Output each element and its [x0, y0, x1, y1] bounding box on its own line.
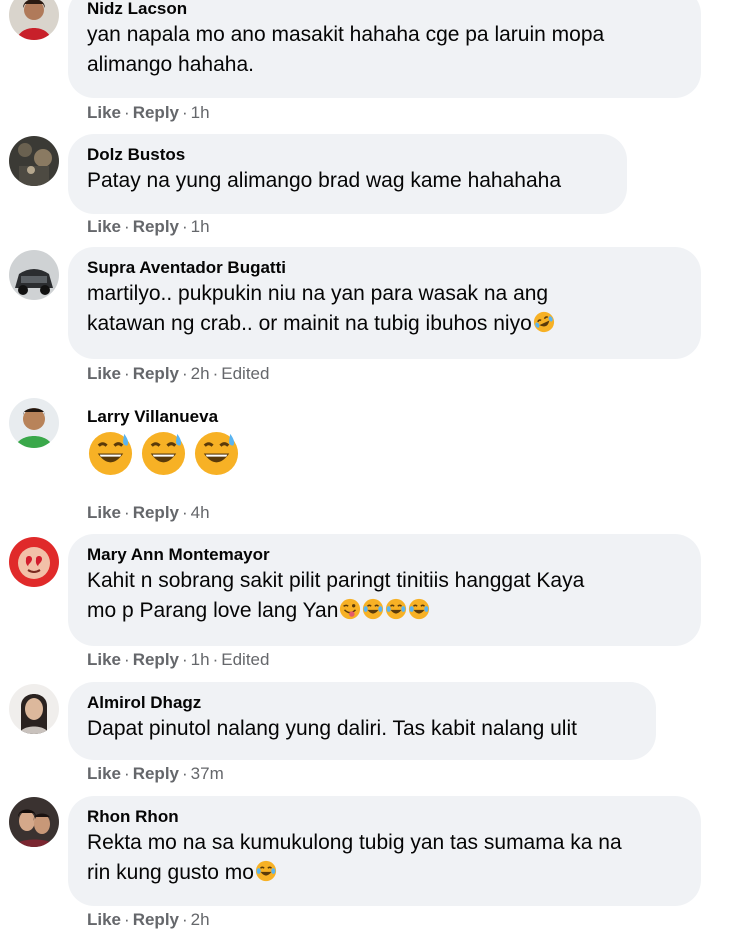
comment-text-line: Dapat pinutol nalang yung daliri. Tas ka…	[87, 717, 577, 740]
like-link[interactable]: Like	[87, 910, 121, 929]
comment-bubble: Nidz Lacson yan napala mo ano masakit ha…	[68, 0, 701, 98]
comment-author[interactable]: Supra Aventador Bugatti	[87, 257, 683, 279]
comment-actions: Like · Reply · 1h	[87, 217, 210, 236]
comment-author[interactable]: Nidz Lacson	[87, 0, 683, 20]
comment-timestamp[interactable]: 2h	[191, 364, 210, 383]
reply-link[interactable]: Reply	[133, 217, 179, 236]
avatar[interactable]	[9, 797, 59, 847]
grinning-sweat-emoji-icon	[194, 431, 239, 475]
comment-timestamp[interactable]: 1h	[191, 650, 210, 669]
comment-timestamp[interactable]: 2h	[191, 910, 210, 929]
comment-text-line: Patay na yung alimango brad wag kame hah…	[87, 169, 561, 192]
comment-timestamp[interactable]: 4h	[191, 503, 210, 522]
edited-label[interactable]: Edited	[221, 650, 269, 669]
like-link[interactable]: Like	[87, 764, 121, 783]
tears-of-joy-emoji-icon	[409, 598, 430, 620]
comment-timestamp[interactable]: 37m	[191, 764, 224, 783]
edited-label[interactable]: Edited	[221, 364, 269, 383]
avatar[interactable]	[9, 398, 59, 448]
comment-text-line: martilyo.. pukpukin niu na yan para wasa…	[87, 282, 549, 305]
comment-actions: Like · Reply · 4h	[87, 503, 210, 522]
reply-link[interactable]: Reply	[133, 503, 179, 522]
reply-link[interactable]: Reply	[133, 650, 179, 669]
reply-link[interactable]: Reply	[133, 910, 179, 929]
avatar[interactable]	[9, 250, 59, 300]
comment-text-line: alimango hahaha.	[87, 53, 254, 76]
like-link[interactable]: Like	[87, 103, 121, 122]
comment-feed: Nidz Lacson yan napala mo ano masakit ha…	[0, 0, 750, 929]
comment-bubble: Mary Ann Montemayor Kahit n sobrang saki…	[68, 534, 701, 646]
comment-actions: Like · Reply · 1h · Edited	[87, 650, 270, 669]
comment-text-line: yan napala mo ano masakit hahaha cge pa …	[87, 23, 605, 46]
comment-actions: Like · Reply · 2h · Edited	[87, 364, 270, 383]
reply-link[interactable]: Reply	[133, 764, 179, 783]
comment-timestamp[interactable]: 1h	[191, 103, 210, 122]
comment-emoji-line	[87, 428, 240, 478]
comment-bubble: Rhon Rhon Rekta mo na sa kumukulong tubi…	[68, 796, 701, 906]
comment-text-line: rin kung gusto mo	[87, 858, 683, 888]
like-link[interactable]: Like	[87, 217, 121, 236]
tears-of-joy-emoji-icon	[363, 598, 384, 620]
comment-bubble: Larry Villanueva	[68, 396, 258, 496]
avatar[interactable]	[9, 537, 59, 587]
comment-bubble: Almirol Dhagz Dapat pinutol nalang yung …	[68, 682, 656, 760]
reply-link[interactable]: Reply	[133, 364, 179, 383]
comment-author[interactable]: Larry Villanueva	[87, 406, 240, 428]
comment-text-line: katawan ng crab.. or mainit na tubig ibu…	[87, 309, 683, 339]
comment-author[interactable]: Mary Ann Montemayor	[87, 544, 683, 566]
comment-actions: Like · Reply · 37m	[87, 764, 224, 783]
comment-author[interactable]: Almirol Dhagz	[87, 692, 638, 714]
winking-tongue-emoji-icon	[340, 598, 361, 620]
comment-actions: Like · Reply · 1h	[87, 103, 210, 122]
comment-text-line: Rekta mo na sa kumukulong tubig yan tas …	[87, 831, 622, 854]
comment-text-line: Kahit n sobrang sakit pilit paringt tini…	[87, 569, 585, 592]
comment-author[interactable]: Rhon Rhon	[87, 806, 683, 828]
rolling-laughing-emoji-icon	[533, 311, 554, 333]
comment-bubble: Dolz Bustos Patay na yung alimango brad …	[68, 134, 627, 214]
reply-link[interactable]: Reply	[133, 103, 179, 122]
like-link[interactable]: Like	[87, 364, 121, 383]
grinning-sweat-emoji-icon	[141, 431, 186, 475]
tears-of-joy-emoji-icon	[386, 598, 407, 620]
comment-author[interactable]: Dolz Bustos	[87, 144, 609, 166]
comment-bubble: Supra Aventador Bugatti martilyo.. pukpu…	[68, 247, 701, 359]
avatar[interactable]	[9, 684, 59, 734]
avatar[interactable]	[9, 0, 59, 40]
comment-text-line: mo p Parang love lang Yan	[87, 596, 683, 626]
grinning-sweat-emoji-icon	[88, 431, 133, 475]
like-link[interactable]: Like	[87, 503, 121, 522]
comment-timestamp[interactable]: 1h	[191, 217, 210, 236]
comment-actions: Like · Reply · 2h	[87, 910, 210, 929]
like-link[interactable]: Like	[87, 650, 121, 669]
avatar[interactable]	[9, 136, 59, 186]
tears-of-joy-emoji-icon	[255, 860, 277, 882]
